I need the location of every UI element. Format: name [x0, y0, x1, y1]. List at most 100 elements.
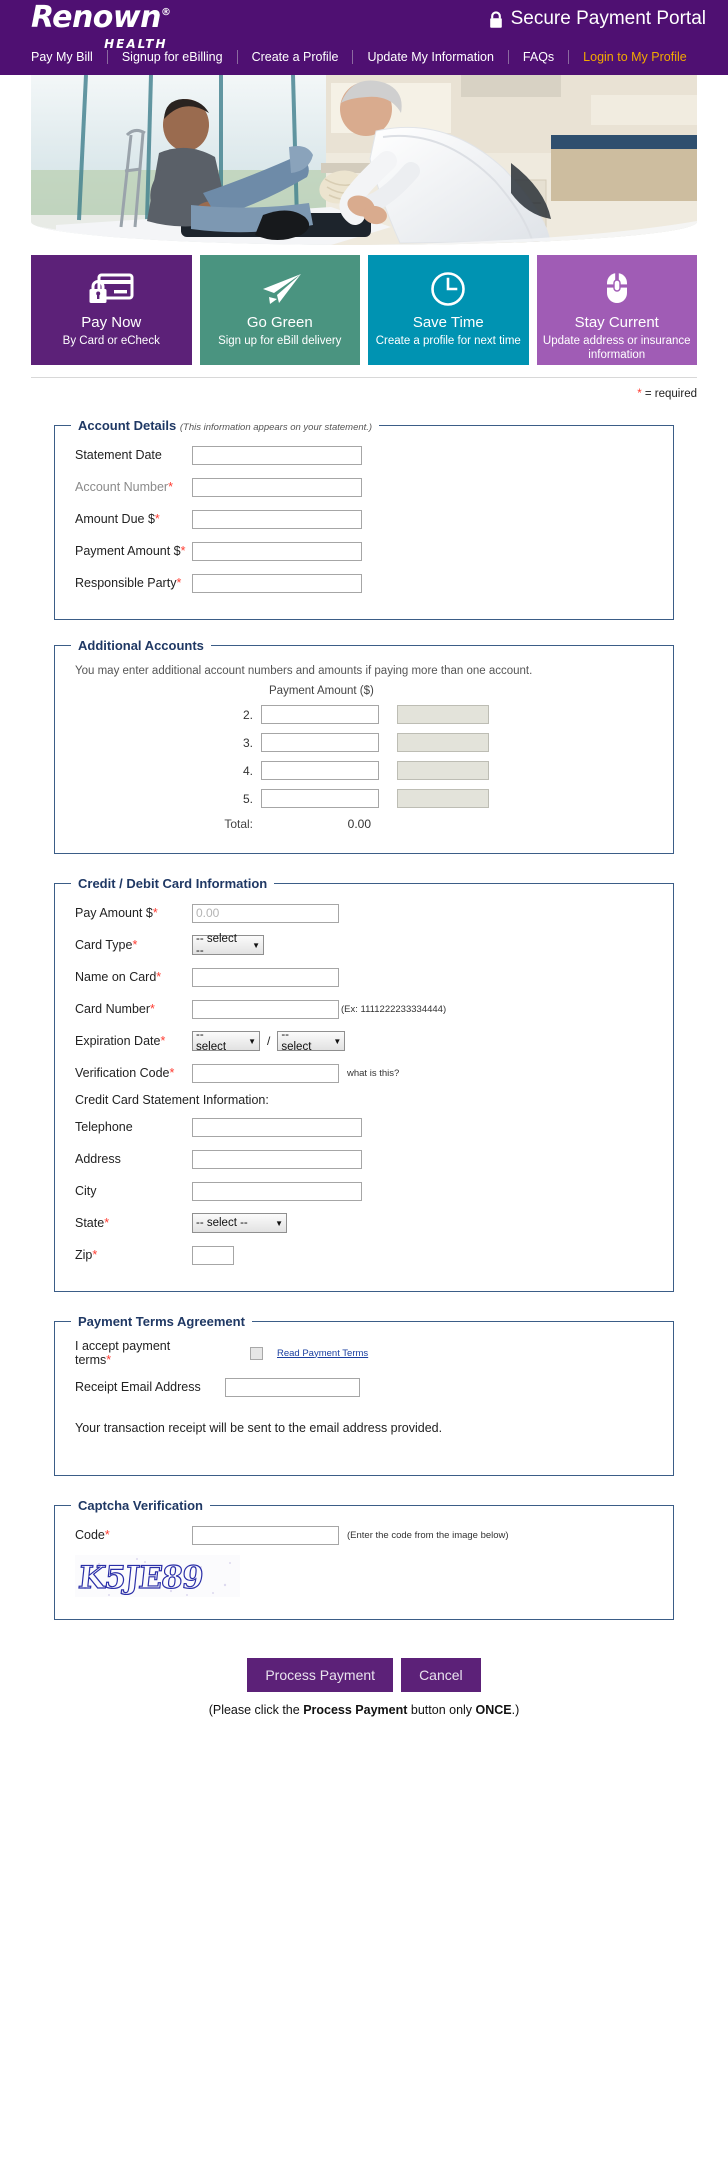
account-number-input[interactable] [192, 477, 362, 497]
nav-item-signup-for-ebilling[interactable]: Signup for eBilling [108, 50, 237, 64]
label-card-type: Card Type* [75, 938, 138, 952]
zip-input[interactable] [192, 1245, 234, 1265]
card-type-select[interactable]: -- select -- ▼ [192, 933, 264, 957]
label-captcha-code: Code* [75, 1528, 110, 1542]
field-row-amount-due: Amount Due $* [55, 507, 673, 531]
nav-item-pay-my-bill[interactable]: Pay My Bill [31, 50, 107, 64]
card-type-value: -- select -- [196, 933, 237, 957]
expiration-year-value: -- select [281, 1029, 312, 1053]
captcha-legend: Captcha Verification [78, 1498, 203, 1513]
label-address: Address [75, 1152, 121, 1166]
telephone-input[interactable] [192, 1117, 362, 1137]
tile-title: Go Green [246, 314, 313, 331]
tile-save-time[interactable]: Save Time Create a profile for next time [368, 255, 529, 365]
address-input[interactable] [192, 1149, 362, 1169]
chevron-down-icon: ▼ [275, 1218, 283, 1228]
additional-accounts-header-row: Payment Amount ($) [55, 685, 673, 697]
additional-account-amount-2 [397, 705, 489, 724]
field-row-receipt-email: Receipt Email Address [55, 1375, 673, 1399]
legend-note: (This information appears on your statem… [179, 422, 373, 433]
field-row-name-on-card: Name on Card* [55, 965, 673, 989]
additional-account-number-3[interactable] [261, 733, 379, 752]
verification-code-help-link[interactable]: what is this? [347, 1068, 399, 1079]
clock-icon [428, 267, 468, 311]
credit-card-lock-icon [88, 267, 134, 311]
label-amount-due: Amount Due $* [75, 512, 160, 526]
additional-account-row: 4. [55, 761, 673, 780]
additional-account-row: 5. [55, 789, 673, 808]
cancel-button[interactable]: Cancel [401, 1658, 481, 1692]
site-header: Renown® HEALTH Secure Payment Portal Pay… [0, 0, 728, 75]
tile-title: Pay Now [81, 314, 142, 331]
card-number-format-hint: (Ex: 1111222233334444) [341, 1003, 447, 1015]
receipt-email-input[interactable] [225, 1377, 360, 1397]
secure-title-text: Secure Payment Portal [510, 8, 706, 29]
additional-accounts-section: Additional Accounts You may enter additi… [54, 638, 674, 854]
name-on-card-input[interactable] [192, 967, 339, 987]
nav-item-login-to-my-profile[interactable]: Login to My Profile [569, 50, 701, 64]
quick-action-tiles: Pay Now By Card or eCheck Go Green Sign … [0, 245, 728, 365]
label-payment-amount: Payment Amount $* [75, 544, 186, 558]
field-row-zip: Zip* [55, 1243, 673, 1267]
statement-date-input[interactable] [192, 445, 362, 465]
captcha-code-input[interactable] [192, 1525, 339, 1545]
expiration-month-select[interactable]: -- select ▼ [192, 1029, 260, 1053]
payment-amount-input[interactable] [192, 541, 362, 561]
card-information-legend: Credit / Debit Card Information [78, 876, 268, 891]
city-input[interactable] [192, 1181, 362, 1201]
process-payment-footnote: (Please click the Process Payment button… [0, 1703, 728, 1731]
field-row-card-type: Card Type* -- select -- ▼ [55, 933, 673, 957]
legend-title: Account Details [78, 418, 177, 433]
label-telephone: Telephone [75, 1120, 133, 1134]
tile-subtitle: Sign up for eBill delivery [218, 335, 342, 347]
footnote-mid: button only [407, 1703, 476, 1717]
expiration-month-value: -- select [196, 1029, 227, 1053]
state-select[interactable]: -- select -- ▼ [192, 1213, 287, 1233]
process-payment-button[interactable]: Process Payment [247, 1658, 394, 1692]
verification-code-input[interactable] [192, 1063, 339, 1083]
nav-item-update-my-information[interactable]: Update My Information [353, 50, 507, 64]
tile-stay-current[interactable]: Stay Current Update address or insurance… [536, 255, 697, 365]
field-row-payment-amount: Payment Amount $* [55, 539, 673, 563]
payment-amount-column-header: Payment Amount ($) [269, 685, 374, 697]
tile-title: Stay Current [574, 314, 659, 331]
label-pay-amount: Pay Amount $* [75, 906, 158, 920]
accept-terms-checkbox[interactable] [250, 1346, 263, 1360]
expiration-year-select[interactable]: -- select ▼ [277, 1029, 346, 1053]
field-row-pay-amount: Pay Amount $* [55, 901, 673, 925]
label-expiration-date: Expiration Date* [75, 1034, 166, 1048]
field-row-city: City [55, 1179, 673, 1203]
tile-go-green[interactable]: Go Green Sign up for eBill delivery [199, 255, 360, 365]
account-details-section: Account Details (This information appear… [54, 418, 674, 620]
additional-account-number-4[interactable] [261, 761, 379, 780]
chevron-down-icon: ▼ [333, 1036, 342, 1046]
amount-due-input[interactable] [192, 509, 362, 529]
payment-terms-legend: Payment Terms Agreement [78, 1314, 245, 1329]
row-number-3: 3. [242, 735, 253, 750]
secure-payment-portal-title: Secure Payment Portal [489, 8, 706, 30]
pay-amount-input[interactable] [192, 903, 339, 923]
additional-accounts-total-row: Total: 0.00 [55, 817, 673, 831]
additional-accounts-legend: Additional Accounts [78, 638, 204, 653]
additional-account-number-5[interactable] [261, 789, 379, 808]
mouse-icon [600, 267, 634, 311]
tile-pay-now[interactable]: Pay Now By Card or eCheck [31, 255, 192, 365]
additional-account-amount-3 [397, 733, 489, 752]
additional-account-number-2[interactable] [261, 705, 379, 724]
hero-section [0, 75, 728, 245]
tile-subtitle: Create a profile for next time [375, 335, 521, 347]
tile-title: Save Time [412, 314, 484, 331]
nav-item-faqs[interactable]: FAQs [509, 50, 568, 64]
required-text: = required [641, 388, 697, 400]
responsible-party-input[interactable] [192, 573, 362, 593]
card-number-input[interactable] [192, 999, 339, 1019]
card-information-section: Credit / Debit Card Information Pay Amou… [54, 876, 674, 1292]
field-row-accept-terms: I accept payment terms* Read Payment Ter… [55, 1339, 673, 1367]
label-responsible-party: Responsible Party* [75, 576, 182, 590]
label-receipt-email: Receipt Email Address [75, 1380, 201, 1394]
logo-wordmark: Renown [31, 0, 162, 35]
read-payment-terms-link[interactable]: Read Payment Terms [277, 1348, 368, 1359]
additional-account-amount-4 [397, 761, 489, 780]
additional-accounts-description: You may enter additional account numbers… [75, 665, 533, 677]
nav-item-create-a-profile[interactable]: Create a Profile [238, 50, 353, 64]
